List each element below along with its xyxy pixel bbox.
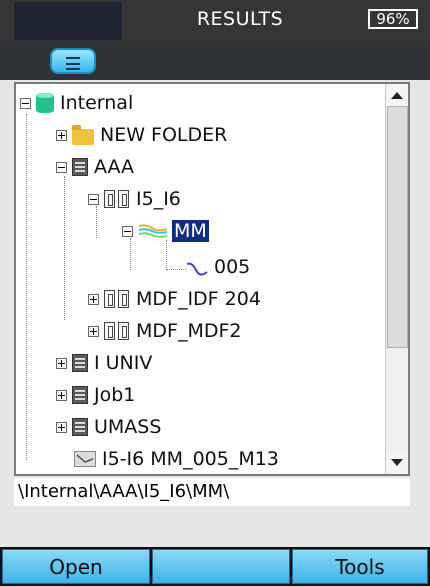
scroll-up-button[interactable] xyxy=(386,84,408,106)
tree-node-job1[interactable]: Job1 xyxy=(56,380,135,410)
collapse-toggle[interactable] xyxy=(56,161,67,173)
title-bar-left-area xyxy=(14,2,122,40)
tree-connector xyxy=(64,176,65,320)
open-button[interactable]: Open xyxy=(2,549,150,584)
folder-icon xyxy=(72,124,94,145)
tree-node-umass[interactable]: UMASS xyxy=(56,412,161,442)
tools-button[interactable]: Tools xyxy=(292,549,428,584)
tree-node-label: Internal xyxy=(60,92,134,114)
tree-node-label: Job1 xyxy=(94,384,136,406)
job-icon xyxy=(72,354,88,372)
collapse-toggle[interactable] xyxy=(122,225,133,237)
tree-node-label: I5_I6 xyxy=(136,188,181,210)
window-title: RESULTS xyxy=(196,8,284,30)
fiber-pair-icon xyxy=(104,190,130,208)
tree-node-label: I5-I6 MM_005_M13 xyxy=(102,448,279,470)
tree-node-label: MDF_IDF 204 xyxy=(136,288,261,310)
collapse-toggle[interactable] xyxy=(20,97,31,109)
tree-node-new-folder[interactable]: NEW FOLDER xyxy=(56,120,227,150)
expand-toggle[interactable] xyxy=(56,357,67,369)
job-icon xyxy=(72,158,88,176)
tree-node-label: UMASS xyxy=(94,416,162,438)
tree-node-label: I UNIV xyxy=(94,352,153,374)
tree-connector xyxy=(166,269,186,270)
tree-node-label: MDF_MDF2 xyxy=(136,320,242,342)
tree-node-label: 005 xyxy=(214,256,251,278)
status-area xyxy=(14,506,410,546)
measurement-icon xyxy=(138,222,168,240)
battery-indicator: 96% xyxy=(368,9,418,29)
tree-node-mdf-idf-204[interactable]: MDF_IDF 204 xyxy=(88,284,261,314)
softkey-bar: Open Tools xyxy=(0,547,430,586)
job-icon xyxy=(72,418,88,436)
fiber-pair-icon xyxy=(104,290,130,308)
expand-toggle[interactable] xyxy=(88,293,99,305)
collapse-toggle[interactable] xyxy=(88,193,99,205)
file-tree: Internal NEW FOLDER AAA I5_I6 MM 005 MDF… xyxy=(16,84,390,474)
tree-node-005[interactable]: 005 xyxy=(186,252,250,282)
tree-node-mm[interactable]: MM xyxy=(122,216,209,246)
tree-node-i5-i6[interactable]: I5_I6 xyxy=(88,184,181,214)
database-icon xyxy=(36,93,54,113)
middle-softkey[interactable] xyxy=(152,549,290,584)
scroll-down-button[interactable] xyxy=(386,452,408,474)
battery-level: 96% xyxy=(376,10,410,28)
results-window: RESULTS 96% Internal NEW FOLDER AAA I5_I… xyxy=(0,0,430,586)
tree-node-label: MM xyxy=(172,220,209,242)
tree-connector xyxy=(26,114,27,460)
result-file-icon xyxy=(74,451,96,467)
toolbar xyxy=(0,42,430,80)
trace-icon xyxy=(186,259,208,276)
scroll-thumb[interactable] xyxy=(387,106,408,348)
menu-button[interactable] xyxy=(50,48,96,74)
tree-node-aaa[interactable]: AAA xyxy=(56,152,134,182)
menu-icon xyxy=(66,57,80,70)
tree-node-internal[interactable]: Internal xyxy=(20,88,133,118)
current-path: \Internal\AAA\I5_I6\MM\ xyxy=(14,478,410,506)
title-bar: RESULTS 96% xyxy=(0,0,430,42)
fiber-pair-icon xyxy=(104,322,130,340)
tree-node-result-file[interactable]: I5-I6 MM_005_M13 xyxy=(74,444,279,474)
expand-toggle[interactable] xyxy=(56,421,67,433)
expand-toggle[interactable] xyxy=(88,325,99,337)
tree-node-i-univ[interactable]: I UNIV xyxy=(56,348,152,378)
job-icon xyxy=(72,386,88,404)
vertical-scrollbar[interactable] xyxy=(385,84,408,474)
file-tree-panel[interactable]: Internal NEW FOLDER AAA I5_I6 MM 005 MDF… xyxy=(14,82,410,476)
tree-node-label: NEW FOLDER xyxy=(100,124,228,146)
expand-toggle[interactable] xyxy=(56,389,67,401)
expand-toggle[interactable] xyxy=(56,129,67,141)
tree-node-mdf-mdf2[interactable]: MDF_MDF2 xyxy=(88,316,242,346)
tree-node-label: AAA xyxy=(94,156,135,178)
